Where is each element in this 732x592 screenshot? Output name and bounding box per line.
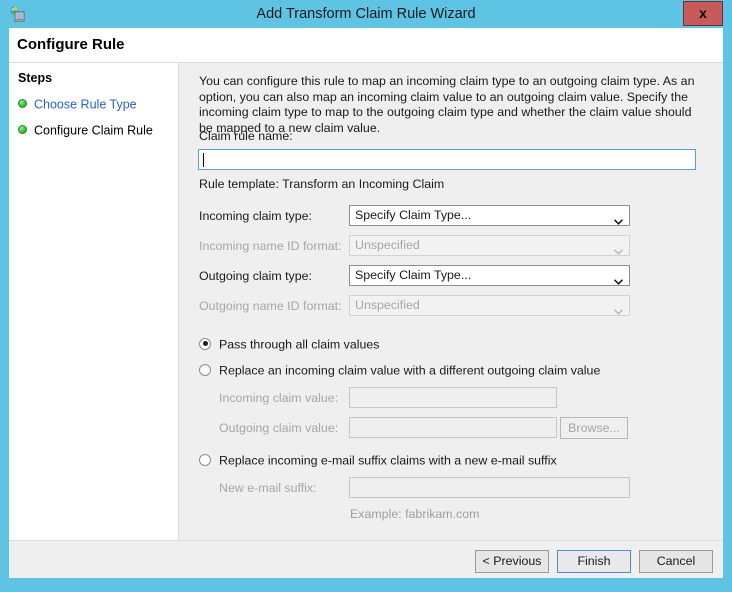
incoming-claim-type-combobox[interactable]: Specify Claim Type... [349, 205, 630, 226]
outgoing-name-id-format-combobox: Unspecified [349, 295, 630, 316]
sidebar-item-choose-rule-type[interactable]: Choose Rule Type [18, 97, 137, 113]
radio-label: Replace incoming e-mail suffix claims wi… [219, 453, 557, 468]
outgoing-claim-type-value: Specify Claim Type... [355, 268, 472, 282]
previous-button[interactable]: < Previous [475, 550, 549, 573]
text-caret [203, 153, 204, 167]
chevron-down-icon [613, 272, 624, 285]
chevron-down-icon [613, 212, 624, 225]
incoming-name-id-format-combobox: Unspecified [349, 235, 630, 256]
outgoing-name-id-format-value: Unspecified [355, 298, 420, 312]
radio-unselected-icon [199, 453, 211, 466]
finish-button[interactable]: Finish [557, 550, 631, 573]
green-dot-icon [18, 99, 27, 109]
radio-replace-email-suffix[interactable]: Replace incoming e-mail suffix claims wi… [199, 453, 557, 469]
sidebar-item-configure-claim-rule[interactable]: Configure Claim Rule [18, 123, 153, 139]
claim-rule-name-label: Claim rule name: [199, 129, 293, 143]
radio-label: Replace an incoming claim value with a d… [219, 363, 601, 378]
incoming-claim-value-label: Incoming claim value: [219, 391, 339, 405]
green-dot-icon [18, 125, 27, 135]
outgoing-name-id-format-label: Outgoing name ID format: [199, 299, 342, 313]
window-title: Add Transform Claim Rule Wizard [256, 6, 476, 22]
outgoing-claim-value-input [349, 417, 557, 438]
email-example-hint: Example: fabrikam.com [350, 507, 480, 521]
chevron-down-icon [613, 302, 624, 315]
incoming-claim-type-label: Incoming claim type: [199, 209, 312, 223]
radio-replace-incoming-claim-value[interactable]: Replace an incoming claim value with a d… [199, 363, 600, 379]
page-title: Configure Rule [17, 36, 125, 53]
chevron-down-icon [613, 242, 624, 255]
page-header: Configure Rule [9, 28, 723, 62]
close-icon[interactable]: x [683, 1, 723, 26]
outgoing-claim-value-label: Outgoing claim value: [219, 421, 339, 435]
rule-template-label: Rule template: Transform an Incoming Cla… [199, 177, 445, 191]
steps-sidebar: Steps Choose Rule Type Configure Claim R… [9, 62, 178, 540]
steps-heading: Steps [18, 71, 53, 85]
content-panel: You can configure this rule to map an in… [178, 62, 723, 540]
sidebar-item-label: Choose Rule Type [34, 97, 137, 112]
dialog-footer: < Previous Finish Cancel [9, 540, 723, 578]
outgoing-claim-type-combobox[interactable]: Specify Claim Type... [349, 265, 630, 286]
description-text: You can configure this rule to map an in… [199, 74, 695, 135]
new-email-suffix-input [349, 477, 630, 498]
title-bar[interactable]: Add Transform Claim Rule Wizard x [0, 0, 732, 28]
incoming-claim-value-input [349, 387, 557, 408]
incoming-name-id-format-label: Incoming name ID format: [199, 239, 342, 253]
new-email-suffix-label: New e-mail suffix: [219, 481, 317, 495]
radio-pass-through-all-claim-values[interactable]: Pass through all claim values [199, 337, 379, 353]
incoming-claim-type-value: Specify Claim Type... [355, 208, 472, 222]
radio-label: Pass through all claim values [219, 337, 380, 352]
browse-button: Browse... [560, 417, 628, 439]
radio-unselected-icon [199, 363, 211, 376]
sidebar-item-label: Configure Claim Rule [34, 123, 153, 138]
cancel-button[interactable]: Cancel [639, 550, 713, 573]
dialog-client-area: Configure Rule Steps Choose Rule Type Co… [9, 28, 723, 578]
claim-rule-name-input[interactable] [198, 149, 696, 170]
wizard-window: Add Transform Claim Rule Wizard x Config… [0, 0, 732, 592]
radio-selected-icon [199, 337, 211, 350]
incoming-name-id-format-value: Unspecified [355, 238, 420, 252]
outgoing-claim-type-label: Outgoing claim type: [199, 269, 312, 283]
